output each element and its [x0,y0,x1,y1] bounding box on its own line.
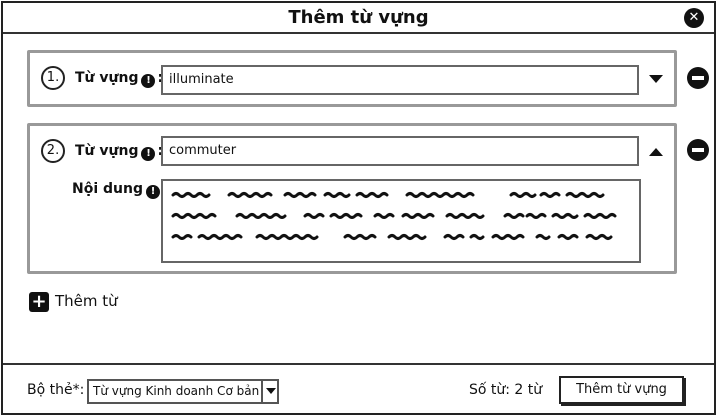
word-label-row: Từ vựng!: [75,143,163,161]
footer-divider [3,363,714,365]
chevron-down-icon[interactable] [261,379,279,404]
word-input[interactable]: commuter [161,136,639,166]
add-vocabulary-dialog: Thêm từ vựng ✕ 1. Từ vựng!: illuminate 2… [1,1,716,415]
submit-button[interactable]: Thêm từ vựng [559,376,684,404]
info-icon[interactable]: ! [145,185,160,199]
title-bar: Thêm từ vựng ✕ [3,3,714,34]
word-count: Số từ: 2 từ [469,382,543,398]
entry-number: 2. [41,139,65,163]
deck-select[interactable]: Từ vựng Kinh doanh Cơ bản [87,379,279,404]
add-icon[interactable]: + [29,292,49,312]
close-icon[interactable]: ✕ [684,8,704,28]
deck-label: Bộ thẻ*: [27,382,85,398]
vocab-entry-1: 1. Từ vựng!: illuminate [27,50,677,107]
collapse-up-icon[interactable] [649,148,663,156]
dialog-title: Thêm từ vựng [288,7,429,28]
content-label: Nội dung [72,181,143,197]
placeholder-scribble [171,192,617,240]
info-icon[interactable]: ! [141,147,156,161]
content-textarea[interactable] [161,179,641,263]
vocab-entry-2: 2. Từ vựng!: commuter Nội dung!: [27,123,677,274]
info-icon[interactable]: ! [141,74,156,88]
word-input[interactable]: illuminate [161,65,639,95]
content-label-row: Nội dung!: [72,181,168,199]
word-label: Từ vựng [75,70,139,86]
word-label-row: Từ vựng!: [75,70,163,88]
expand-down-icon[interactable] [649,75,663,83]
remove-entry-1-icon[interactable] [687,67,709,89]
remove-entry-2-icon[interactable] [687,139,709,161]
entry-number: 1. [41,66,65,90]
add-word-label[interactable]: Thêm từ [55,292,118,310]
word-label: Từ vựng [75,143,139,159]
